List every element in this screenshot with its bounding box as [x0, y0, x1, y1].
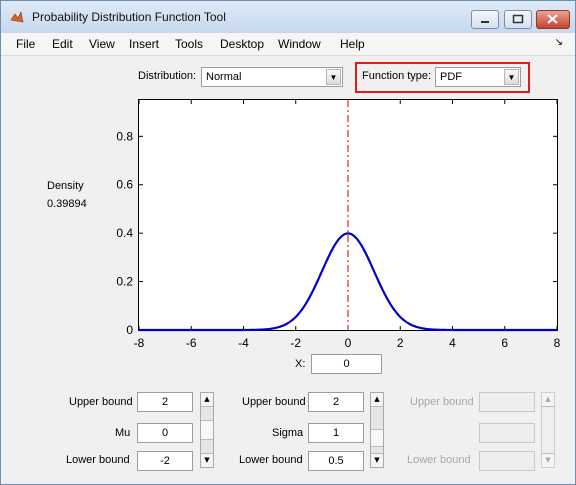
y-tick-label: 0.6	[116, 178, 133, 192]
x-tick-label: 2	[397, 336, 404, 350]
param2-value-input[interactable]: 1	[308, 423, 364, 443]
distribution-value: Normal	[206, 71, 242, 83]
slider-thumb[interactable]	[201, 420, 213, 440]
maximize-icon	[512, 14, 524, 24]
minimize-button[interactable]	[471, 10, 499, 29]
x-tick-label: 4	[449, 336, 456, 350]
close-icon	[547, 14, 558, 24]
x-tick-label: 8	[554, 336, 561, 350]
distribution-select[interactable]: Normal ▼	[201, 67, 343, 87]
x-input[interactable]: 0	[311, 354, 382, 374]
menu-desktop[interactable]: Desktop	[220, 37, 264, 51]
y-tick-label: 0	[126, 323, 133, 337]
param2-lower-label: Lower bound	[239, 454, 303, 466]
menu-help[interactable]: Help	[340, 37, 365, 51]
chevron-down-icon[interactable]: ▼	[326, 69, 341, 85]
param3-lower-label: Lower bound	[407, 454, 471, 466]
param1-slider[interactable]: ▲ ▼	[200, 392, 214, 468]
slider-down-arrow-icon: ▼	[542, 453, 554, 467]
param1-value-input[interactable]: 0	[137, 423, 193, 443]
close-button[interactable]	[536, 10, 570, 29]
menu-insert[interactable]: Insert	[129, 37, 159, 51]
slider-thumb[interactable]	[371, 429, 383, 447]
param2-upper-input[interactable]: 2	[308, 392, 364, 412]
slider-down-arrow-icon[interactable]: ▼	[201, 453, 213, 467]
chevron-down-icon[interactable]: ▼	[504, 69, 519, 85]
plot-area[interactable]	[138, 99, 558, 331]
maximize-button[interactable]	[504, 10, 532, 29]
param3-upper-label: Upper bound	[410, 396, 474, 408]
param3-lower-input	[479, 451, 535, 471]
function-type-value: PDF	[440, 71, 462, 83]
title-bar[interactable]: Probability Distribution Function Tool	[1, 1, 575, 33]
y-tick-label: 0.4	[116, 226, 133, 240]
function-type-label: Function type:	[362, 70, 432, 82]
function-type-select[interactable]: PDF ▼	[435, 67, 521, 87]
slider-up-arrow-icon[interactable]: ▲	[201, 393, 213, 407]
x-label: X:	[295, 358, 306, 370]
param3-upper-input	[479, 392, 535, 412]
param2-lower-input[interactable]: 0.5	[308, 451, 364, 471]
param2-slider[interactable]: ▲ ▼	[370, 392, 384, 468]
minimize-icon	[481, 21, 489, 23]
density-label: Density	[47, 180, 84, 192]
matlab-logo-icon	[10, 11, 24, 23]
x-tick-label: -4	[238, 336, 249, 350]
param2-name-label: Sigma	[272, 427, 304, 439]
slider-down-arrow-icon[interactable]: ▼	[371, 453, 383, 467]
window-title: Probability Distribution Function Tool	[32, 10, 226, 24]
distribution-label: Distribution:	[138, 70, 197, 82]
param1-name-label: Mu	[115, 427, 131, 439]
slider-up-arrow-icon[interactable]: ▲	[371, 393, 383, 407]
y-tick-label: 0.2	[116, 275, 133, 289]
app-window: Probability Distribution Function Tool F…	[0, 0, 576, 485]
density-value: 0.39894	[47, 198, 87, 210]
param1-upper-input[interactable]: 2	[137, 392, 193, 412]
param1-lower-input[interactable]: -2	[137, 451, 193, 471]
param3-value-input	[479, 423, 535, 443]
dock-arrow-icon[interactable]: ↘	[555, 37, 563, 48]
x-tick-label: -2	[290, 336, 301, 350]
menu-view[interactable]: View	[89, 37, 115, 51]
menu-tools[interactable]: Tools	[175, 37, 203, 51]
slider-up-arrow-icon: ▲	[542, 393, 554, 407]
param3-slider: ▲ ▼	[541, 392, 555, 468]
x-tick-label: -8	[134, 336, 145, 350]
menu-file[interactable]: File	[16, 37, 35, 51]
param2-upper-label: Upper bound	[242, 396, 306, 408]
param1-upper-label: Upper bound	[69, 396, 133, 408]
menu-edit[interactable]: Edit	[52, 37, 73, 51]
menu-window[interactable]: Window	[278, 37, 321, 51]
x-tick-label: 6	[501, 336, 508, 350]
x-tick-label: -6	[186, 336, 197, 350]
x-tick-label: 0	[345, 336, 352, 350]
menu-bar: File Edit View Insert Tools Desktop Wind…	[1, 33, 575, 56]
y-tick-label: 0.8	[116, 129, 133, 143]
param1-lower-label: Lower bound	[66, 454, 130, 466]
